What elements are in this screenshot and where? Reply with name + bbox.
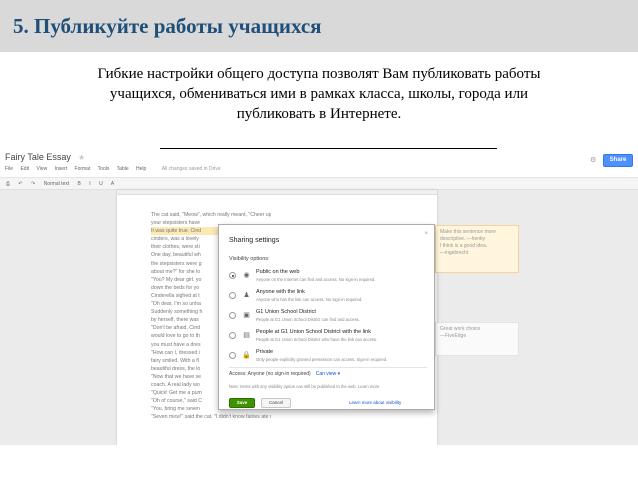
- radio-button[interactable]: [229, 292, 236, 299]
- option-description: Anyone who has the link can access. No s…: [256, 297, 363, 302]
- access-text: Access: Anyone (no sign-in required): [229, 371, 311, 377]
- comment-text: —FiveEdge: [440, 333, 467, 339]
- saved-status: All changes saved in Drive: [161, 166, 221, 172]
- docs-screenshot: Fairy Tale Essay ★ ⚙ Share File Edit Vie…: [0, 150, 638, 445]
- menu-bar: File Edit View Insert Format Tools Table…: [5, 166, 227, 172]
- sharing-settings-dialog: Sharing settings × Visibility options: ◉…: [218, 224, 435, 410]
- menu-insert[interactable]: Insert: [55, 166, 68, 172]
- menu-tools[interactable]: Tools: [98, 166, 110, 172]
- menu-view[interactable]: View: [36, 166, 47, 172]
- dialog-separator: [229, 367, 427, 368]
- title-bar: 5. Публикуйте работы учащихся: [0, 0, 638, 52]
- close-icon[interactable]: ×: [424, 231, 428, 237]
- menu-table[interactable]: Table: [117, 166, 129, 172]
- option-label: Anyone with the link: [256, 289, 305, 295]
- learn-more-link[interactable]: Learn more about visibility: [349, 400, 401, 405]
- radio-button[interactable]: [229, 352, 236, 359]
- menu-help[interactable]: Help: [136, 166, 146, 172]
- comment-text: —ingebrecht: [440, 250, 469, 256]
- option-description: Only people explicitly granted permissio…: [256, 357, 388, 362]
- radio-button[interactable]: [229, 312, 236, 319]
- text-color-button[interactable]: A: [111, 181, 114, 187]
- comment-text: I think is a good idea.: [440, 243, 488, 249]
- comment-text: Great work choice: [440, 326, 481, 332]
- style-select[interactable]: Normal text: [44, 181, 70, 187]
- story-line: "Seven mice!" said the cat. "I didn't kn…: [151, 414, 271, 421]
- story-line: The cat said, "Meow", which really meant…: [151, 212, 271, 218]
- print-icon[interactable]: ⎙: [6, 181, 10, 187]
- doc-title[interactable]: Fairy Tale Essay: [5, 152, 71, 162]
- building-icon: ▣: [243, 312, 250, 319]
- menu-file[interactable]: File: [5, 166, 13, 172]
- can-view-dropdown[interactable]: Can view ▾: [316, 371, 340, 377]
- subtitle-line: учащихся, обмениваться ими в рамках клас…: [109, 86, 529, 102]
- option-description: People at G1 Union School District who h…: [256, 337, 378, 342]
- subtitle-line: Гибкие настройки общего доступа позволят…: [97, 66, 541, 82]
- visibility-option[interactable]: ◉ Public on the web Anyone on the Internet…: [229, 269, 429, 289]
- option-label: Public on the web: [256, 269, 300, 275]
- comment-text: Make this sentence more: [440, 229, 496, 235]
- visibility-label: Visibility options:: [229, 256, 270, 262]
- subtitle-line: публиковать в Интернете.: [236, 106, 402, 122]
- dialog-title: Sharing settings: [229, 237, 280, 244]
- building-link-icon: ▤: [243, 332, 250, 339]
- link-person-icon: ♟: [243, 292, 250, 299]
- slide-title: 5. Публикуйте работы учащихся: [13, 14, 322, 38]
- globe-icon: ◉: [243, 272, 250, 279]
- share-button[interactable]: Share: [603, 154, 633, 167]
- menu-edit[interactable]: Edit: [20, 166, 29, 172]
- visibility-option[interactable]: ▤ People at G1 Union School District with…: [229, 329, 429, 349]
- comment-text: descriptive. —henky: [440, 236, 486, 242]
- radio-button[interactable]: [229, 332, 236, 339]
- visibility-option[interactable]: ♟ Anyone with the link Anyone who has the …: [229, 289, 429, 309]
- visibility-option[interactable]: 🔒 Private Only people explicitly granted p…: [229, 349, 429, 369]
- save-button[interactable]: Save: [229, 398, 255, 408]
- menu-format[interactable]: Format: [75, 166, 91, 172]
- star-icon[interactable]: ★: [78, 153, 85, 162]
- slide: 5. Публикуйте работы учащихся Гибкие нас…: [0, 0, 638, 479]
- lock-icon: 🔒: [242, 352, 251, 359]
- option-description: People at G1 Union School District can f…: [256, 317, 360, 322]
- slide-subtitle: Гибкие настройки общего доступа позволят…: [30, 64, 608, 124]
- cancel-button[interactable]: Cancel: [261, 398, 291, 408]
- underline-button[interactable]: U: [99, 181, 103, 187]
- gear-icon[interactable]: ⚙: [590, 156, 596, 164]
- redo-icon[interactable]: ↷: [31, 181, 35, 187]
- option-description: Anyone on the Internet can find and acce…: [256, 277, 376, 282]
- divider-line: [160, 148, 497, 149]
- ruler: [117, 190, 437, 195]
- option-label: G1 Union School District: [256, 309, 316, 315]
- visibility-option[interactable]: ▣ G1 Union School District People at G1 Un…: [229, 309, 429, 329]
- undo-icon[interactable]: ↶: [18, 181, 22, 187]
- access-row: Access: Anyone (no sign-in required) Can …: [229, 371, 340, 377]
- bold-button[interactable]: B: [78, 181, 81, 187]
- comment-card[interactable]: Make this sentence more descriptive. —hen…: [435, 225, 519, 273]
- option-label: Private: [256, 349, 274, 355]
- comment-card[interactable]: Great work choice —FiveEdge: [435, 322, 519, 356]
- radio-button[interactable]: [229, 272, 236, 279]
- italic-button[interactable]: I: [89, 181, 90, 187]
- format-toolbar: ⎙ ↶ ↷ Normal text B I U A: [0, 177, 638, 190]
- option-label: People at G1 Union School District with …: [256, 329, 371, 335]
- visibility-footnote: Note: Items with any visibility option c…: [229, 384, 380, 389]
